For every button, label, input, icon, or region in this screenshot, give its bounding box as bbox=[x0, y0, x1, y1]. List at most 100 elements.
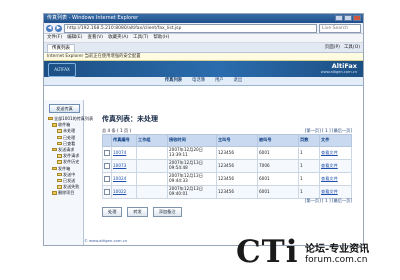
col-group[interactable]: 工作组 bbox=[136, 134, 168, 147]
view-file-link[interactable]: 查看文件 bbox=[321, 176, 338, 181]
called-cell: 6001 bbox=[257, 185, 299, 199]
tools-menu[interactable]: 工具(O) bbox=[344, 44, 360, 51]
pager-bottom[interactable]: [第一页] [ 1 ] [最后一页] bbox=[305, 198, 352, 204]
col-fax-id[interactable]: 传真编号 bbox=[111, 134, 137, 147]
row-select[interactable] bbox=[102, 185, 112, 199]
site-nav: 传真列表 电话簿 用户 退出 bbox=[44, 77, 363, 86]
view-file-link[interactable]: 查看文件 bbox=[321, 163, 338, 168]
view-file-link[interactable]: 查看文件 bbox=[321, 150, 338, 155]
row-select[interactable] bbox=[102, 172, 112, 186]
row-select[interactable] bbox=[102, 159, 112, 173]
col-file[interactable]: 文件 bbox=[319, 134, 352, 147]
checkbox[interactable] bbox=[104, 189, 110, 195]
view-file-link[interactable]: 查看文件 bbox=[321, 189, 338, 194]
main-panel: 传真列表：未处理 总 4 条 ( 1 页 ) [第一页] [ 1 ] [最后一页… bbox=[88, 100, 358, 245]
address-bar-row: ◀ ▶ http://192.168.5.210:8080/altifax/cl… bbox=[44, 23, 363, 34]
col-select bbox=[102, 134, 112, 147]
page-menu[interactable]: 页面(P) bbox=[325, 44, 340, 51]
caller-cell: 123456 bbox=[216, 146, 258, 160]
table-row: 10024 2007年12月13日 09:44:33 123456 6001 1… bbox=[102, 172, 352, 186]
menu-view[interactable]: 查看(V) bbox=[87, 34, 103, 42]
group-cell bbox=[136, 159, 168, 173]
table-row: 10073 2007年12月13日 09:54:48 123456 7006 1… bbox=[102, 159, 352, 173]
group-cell bbox=[136, 185, 168, 199]
pages-cell: 1 bbox=[298, 172, 320, 186]
called-cell: 6001 bbox=[257, 146, 299, 160]
folder-icon bbox=[57, 172, 62, 177]
nav-phonebook[interactable]: 电话簿 bbox=[192, 77, 205, 85]
fax-id-link[interactable]: 10074 bbox=[113, 150, 126, 155]
maximize-button[interactable] bbox=[344, 15, 352, 21]
group-cell bbox=[136, 146, 168, 160]
received-cell: 2007年12月20日 13:39:11 bbox=[167, 146, 217, 160]
pages-cell: 1 bbox=[298, 159, 320, 173]
folder-icon bbox=[57, 135, 62, 139]
brand-logo: AltiFax www.altigen.com.cn bbox=[321, 63, 357, 75]
watermark-cti: CTi bbox=[236, 234, 299, 270]
folder-icon bbox=[57, 141, 62, 146]
pages-cell: 1 bbox=[298, 185, 320, 199]
forward-button[interactable]: 转发 bbox=[127, 207, 148, 217]
folder-icon bbox=[57, 178, 62, 183]
received-cell: 2007年12月13日 09:44:33 bbox=[167, 172, 217, 186]
menu-tools[interactable]: 工具(T) bbox=[133, 34, 148, 42]
called-cell: 6001 bbox=[257, 172, 299, 186]
forward-arrow-icon[interactable]: ▶ bbox=[55, 24, 62, 32]
watermark-tagline: 论坛-专业资讯 bbox=[305, 244, 370, 255]
address-input[interactable]: http://192.168.5.210:8080/altifax/client… bbox=[64, 23, 317, 33]
sidebar: 发送传真 全部1001的传真列表 收件箱 未处理 已处理 已查看 发送请求 发件… bbox=[44, 100, 93, 245]
tab-fax-list[interactable]: 传真列表 bbox=[47, 44, 75, 52]
nav-user[interactable]: 用户 bbox=[215, 77, 224, 85]
altifax-logo: ALTIFAX bbox=[48, 63, 76, 77]
menu-file[interactable]: 文件(F) bbox=[47, 34, 62, 42]
back-arrow-icon[interactable]: ◀ bbox=[46, 24, 53, 32]
tree-item-deleted[interactable]: 删除项目 bbox=[44, 190, 83, 196]
brand-name: AltiFax bbox=[331, 62, 357, 70]
col-called[interactable]: 被叫号 bbox=[257, 134, 299, 147]
col-received[interactable]: 接收时间 bbox=[167, 134, 217, 147]
col-pages[interactable]: 页数 bbox=[298, 134, 320, 147]
row-select[interactable] bbox=[102, 146, 112, 160]
group-cell bbox=[136, 172, 168, 186]
checkbox[interactable] bbox=[104, 150, 110, 156]
process-button[interactable]: 处理 bbox=[102, 207, 123, 217]
menu-favorites[interactable]: 收藏夹(A) bbox=[108, 34, 128, 42]
folder-icon bbox=[57, 185, 62, 189]
checkbox[interactable] bbox=[104, 163, 110, 169]
window-controls bbox=[335, 15, 361, 21]
table-row: 10022 2007年12月13日 09:40:01 123456 6001 1… bbox=[102, 185, 352, 199]
received-cell: 2007年12月13日 09:40:01 bbox=[167, 185, 217, 199]
minimize-button[interactable] bbox=[335, 15, 343, 21]
col-caller[interactable]: 主叫号 bbox=[216, 134, 258, 147]
table-header: 传真编号 工作组 接收时间 主叫号 被叫号 页数 文件 bbox=[102, 134, 352, 147]
info-bar[interactable]: Internet Explorer 当前正在使用增强的安全配置 bbox=[44, 53, 363, 61]
fax-id-link[interactable]: 10073 bbox=[113, 163, 126, 168]
folder-icon bbox=[52, 147, 57, 152]
received-cell: 2007年12月13日 09:54:48 bbox=[167, 159, 217, 173]
page-title: 传真列表：未处理 bbox=[102, 115, 158, 123]
add-note-button[interactable]: 添加备注 bbox=[152, 207, 182, 217]
menu-edit[interactable]: 编辑(E) bbox=[67, 34, 82, 42]
content-area: 发送传真 全部1001的传真列表 收件箱 未处理 已处理 已查看 发送请求 发件… bbox=[44, 100, 363, 245]
folder-icon bbox=[52, 123, 57, 127]
folder-icon bbox=[48, 116, 53, 121]
checkbox[interactable] bbox=[104, 176, 110, 182]
nav-fax-list[interactable]: 传真列表 bbox=[165, 77, 182, 85]
footer-copyright: © www.altigen.com.cn bbox=[84, 238, 128, 243]
tab-bar: 传真列表 页面(P) 工具(O) bbox=[44, 43, 363, 53]
fax-id-link[interactable]: 10024 bbox=[113, 176, 126, 181]
folder-icon bbox=[52, 166, 57, 171]
fax-table: 传真编号 工作组 接收时间 主叫号 被叫号 页数 文件 10074 2007年1… bbox=[102, 134, 352, 199]
close-button[interactable] bbox=[353, 15, 361, 21]
brand-url: www.altigen.com.cn bbox=[320, 70, 357, 74]
caller-cell: 123456 bbox=[216, 172, 258, 186]
send-fax-button[interactable]: 发送传真 bbox=[49, 104, 80, 113]
command-bar: 页面(P) 工具(O) bbox=[325, 44, 360, 51]
search-input[interactable]: Live Search bbox=[319, 23, 361, 33]
caller-cell: 123456 bbox=[216, 159, 258, 173]
folder-icon bbox=[57, 129, 62, 133]
called-cell: 7006 bbox=[257, 159, 299, 173]
nav-logout[interactable]: 退出 bbox=[234, 77, 243, 85]
fax-id-link[interactable]: 10022 bbox=[113, 189, 126, 194]
menu-help[interactable]: 帮助(H) bbox=[153, 34, 169, 42]
